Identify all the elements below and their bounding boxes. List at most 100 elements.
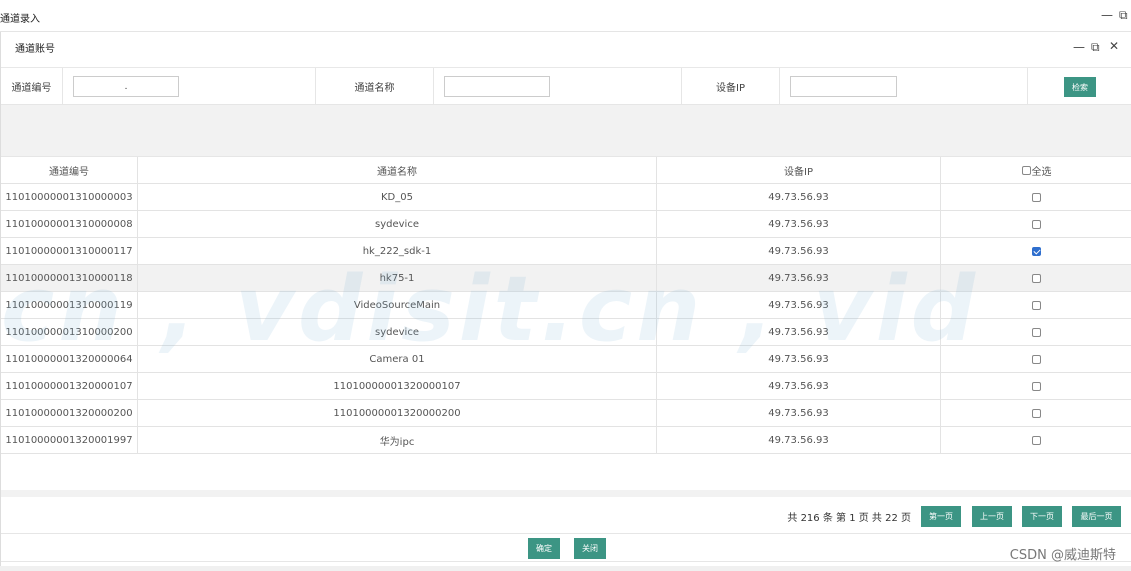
cell-channel-name: KD_05 bbox=[138, 184, 657, 211]
cell-device-ip: 49.73.56.93 bbox=[657, 238, 941, 265]
table-row[interactable]: 11010000001320000064 Camera 01 49.73.56.93 bbox=[1, 346, 1131, 373]
next-page-button[interactable]: 下一页 bbox=[1022, 506, 1062, 527]
channel-account-dialog: 通道账号 — ⧉ ✕ 通道编号 通道名称 设备IP 检索 通道编号 通道名称 设… bbox=[0, 32, 1131, 571]
dialog-header: 通道账号 — ⧉ ✕ bbox=[1, 32, 1131, 68]
table-row[interactable]: 11010000001320001997 华为ipc 49.73.56.93 bbox=[1, 427, 1131, 454]
row-checkbox[interactable] bbox=[1032, 301, 1041, 310]
select-all-checkbox[interactable] bbox=[1021, 166, 1031, 175]
table-row[interactable]: 11010000001310000003 KD_05 49.73.56.93 bbox=[1, 184, 1131, 211]
table-row[interactable]: 11010000001310000118 hk75-1 49.73.56.93 bbox=[1, 265, 1131, 292]
close-button[interactable]: 关闭 bbox=[574, 538, 606, 559]
spacer-band bbox=[1, 105, 1131, 157]
cell-device-ip: 49.73.56.93 bbox=[657, 184, 941, 211]
cell-channel-name: 11010000001320000200 bbox=[138, 400, 657, 427]
cell-channel-no: 11010000001310000119 bbox=[1, 292, 138, 319]
row-checkbox[interactable] bbox=[1032, 247, 1041, 256]
table-header: 通道编号 通道名称 设备IP 全选 bbox=[1, 157, 1131, 184]
header-channel-name: 通道名称 bbox=[138, 157, 657, 184]
cell-device-ip: 49.73.56.93 bbox=[657, 319, 941, 346]
cell-channel-name: 11010000001320000107 bbox=[138, 373, 657, 400]
cell-select bbox=[941, 292, 1131, 319]
bottom-edge bbox=[0, 566, 1131, 571]
cell-device-ip: 49.73.56.93 bbox=[657, 400, 941, 427]
dialog-minimize-icon[interactable]: — bbox=[1073, 41, 1085, 53]
channel-name-cell bbox=[434, 68, 682, 105]
table-row[interactable]: 11010000001310000008 sydevice 49.73.56.93 bbox=[1, 211, 1131, 238]
channel-no-label: 通道编号 bbox=[1, 68, 63, 105]
csdn-credit: CSDN @威迪斯特 bbox=[1009, 548, 1116, 563]
cell-select bbox=[941, 427, 1131, 454]
cell-select bbox=[941, 238, 1131, 265]
header-channel-no: 通道编号 bbox=[1, 157, 138, 184]
row-checkbox[interactable] bbox=[1032, 193, 1041, 202]
search-button[interactable]: 检索 bbox=[1064, 77, 1096, 97]
confirm-button[interactable]: 确定 bbox=[528, 538, 560, 559]
search-bar: 通道编号 通道名称 设备IP 检索 bbox=[1, 68, 1131, 105]
dialog-close-icon[interactable]: ✕ bbox=[1109, 40, 1119, 52]
cell-device-ip: 49.73.56.93 bbox=[657, 211, 941, 238]
channel-name-label: 通道名称 bbox=[316, 68, 434, 105]
table-row[interactable]: 11010000001310000200 sydevice 49.73.56.93 bbox=[1, 319, 1131, 346]
cell-channel-name: hk_222_sdk-1 bbox=[138, 238, 657, 265]
cell-select bbox=[941, 346, 1131, 373]
cell-channel-name: hk75-1 bbox=[138, 265, 657, 292]
cell-select bbox=[941, 184, 1131, 211]
device-ip-cell bbox=[780, 68, 1028, 105]
channel-name-input[interactable] bbox=[444, 76, 550, 97]
minimize-icon[interactable]: — bbox=[1101, 9, 1113, 21]
select-all-label: 全选 bbox=[1031, 167, 1052, 178]
cell-device-ip: 49.73.56.93 bbox=[657, 373, 941, 400]
outer-window-titlebar: 通道录入 — ⧉ bbox=[0, 0, 1131, 32]
pagination: 共 216 条 第 1 页 共 22 页 第一页 上一页 下一页 最后一页 bbox=[1, 497, 1131, 534]
cell-channel-name: VideoSourceMain bbox=[138, 292, 657, 319]
header-select-all[interactable]: 全选 bbox=[941, 157, 1131, 184]
cell-channel-no: 11010000001320000200 bbox=[1, 400, 138, 427]
dialog-title: 通道账号 bbox=[15, 44, 55, 55]
last-page-button[interactable]: 最后一页 bbox=[1072, 506, 1121, 527]
cell-channel-no: 11010000001310000200 bbox=[1, 319, 138, 346]
cell-channel-no: 11010000001310000117 bbox=[1, 238, 138, 265]
cell-channel-name: sydevice bbox=[138, 319, 657, 346]
cell-channel-no: 11010000001310000008 bbox=[1, 211, 138, 238]
first-page-button[interactable]: 第一页 bbox=[921, 506, 961, 527]
cell-channel-no: 11010000001320001997 bbox=[1, 427, 138, 454]
row-checkbox[interactable] bbox=[1032, 328, 1041, 337]
cell-select bbox=[941, 373, 1131, 400]
prev-page-button[interactable]: 上一页 bbox=[972, 506, 1012, 527]
row-checkbox[interactable] bbox=[1032, 274, 1041, 283]
pagination-info: 共 216 条 第 1 页 共 22 页 bbox=[787, 513, 911, 524]
device-ip-label: 设备IP bbox=[682, 68, 780, 105]
pager-spacer bbox=[1, 490, 1131, 497]
channel-no-cell bbox=[63, 68, 316, 105]
cell-channel-name: sydevice bbox=[138, 211, 657, 238]
table-row[interactable]: 11010000001320000107 11010000001320000107… bbox=[1, 373, 1131, 400]
table-row[interactable]: 11010000001310000119 VideoSourceMain 49.73… bbox=[1, 292, 1131, 319]
channel-no-input[interactable] bbox=[73, 76, 179, 97]
cell-select bbox=[941, 265, 1131, 292]
cell-channel-no: 11010000001320000064 bbox=[1, 346, 138, 373]
row-checkbox[interactable] bbox=[1032, 355, 1041, 364]
header-device-ip: 设备IP bbox=[657, 157, 941, 184]
cell-device-ip: 49.73.56.93 bbox=[657, 346, 941, 373]
cell-device-ip: 49.73.56.93 bbox=[657, 265, 941, 292]
cell-channel-no: 11010000001320000107 bbox=[1, 373, 138, 400]
row-checkbox[interactable] bbox=[1032, 382, 1041, 391]
row-checkbox[interactable] bbox=[1032, 436, 1041, 445]
cell-select bbox=[941, 211, 1131, 238]
footer-divider bbox=[1, 561, 1131, 562]
row-checkbox[interactable] bbox=[1032, 409, 1041, 418]
cell-select bbox=[941, 319, 1131, 346]
device-ip-input[interactable] bbox=[790, 76, 897, 97]
cell-channel-name: 华为ipc bbox=[138, 427, 657, 454]
cell-channel-no: 11010000001310000118 bbox=[1, 265, 138, 292]
table-row[interactable]: 11010000001310000117 hk_222_sdk-1 49.73.56… bbox=[1, 238, 1131, 265]
cell-device-ip: 49.73.56.93 bbox=[657, 292, 941, 319]
cell-device-ip: 49.73.56.93 bbox=[657, 427, 941, 454]
maximize-icon[interactable]: ⧉ bbox=[1119, 9, 1128, 21]
outer-window-title: 通道录入 bbox=[0, 14, 40, 25]
cell-channel-no: 11010000001310000003 bbox=[1, 184, 138, 211]
table-row[interactable]: 11010000001320000200 11010000001320000200… bbox=[1, 400, 1131, 427]
cell-channel-name: Camera 01 bbox=[138, 346, 657, 373]
dialog-maximize-icon[interactable]: ⧉ bbox=[1091, 41, 1100, 53]
row-checkbox[interactable] bbox=[1032, 220, 1041, 229]
